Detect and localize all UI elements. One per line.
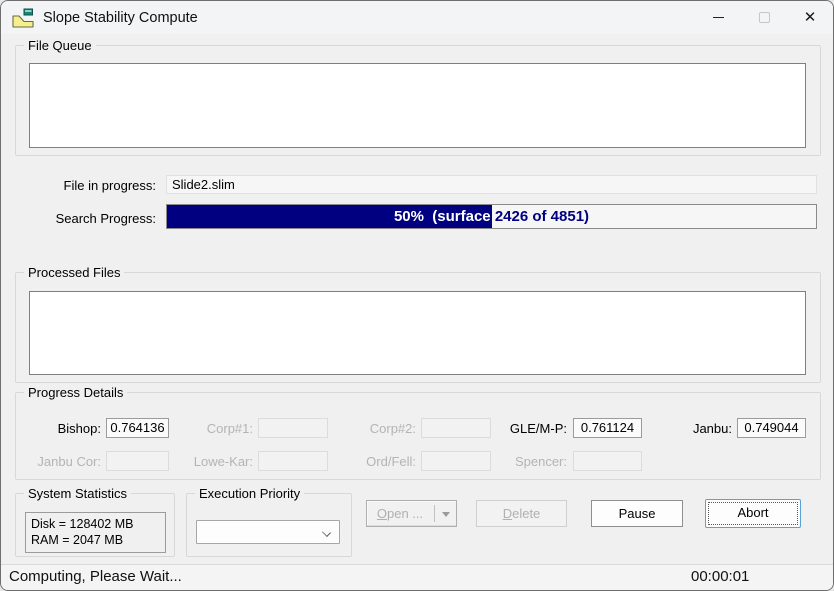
open-dropdown-button (435, 501, 456, 526)
gle-mp-value: 0.761124 (573, 418, 642, 438)
window-title: Slope Stability Compute (43, 10, 198, 26)
app-window: Slope Stability Compute ✕ File Queue Fil… (0, 0, 834, 591)
gle-mp-label: GLE/M-P: (495, 421, 567, 436)
execution-priority-label: Execution Priority (195, 486, 304, 501)
chevron-down-icon (322, 528, 331, 537)
processed-files-list[interactable] (29, 291, 806, 375)
dropdown-arrow-icon (442, 512, 450, 517)
pause-button[interactable]: Pause (591, 500, 683, 527)
search-progress-bar: 50% (surface 2426 of 4851) 50% (surface … (166, 204, 817, 229)
corp2-label: Corp#2: (344, 421, 416, 436)
bishop-label: Bishop: (29, 421, 101, 436)
open-button-label: Open ... (367, 501, 433, 526)
file-queue-label: File Queue (24, 38, 96, 53)
file-queue-list[interactable] (29, 63, 806, 148)
close-icon: ✕ (804, 10, 817, 25)
status-bar: Computing, Please Wait... 00:00:01 (1, 564, 833, 590)
ram-stat: RAM = 2047 MB (31, 532, 160, 548)
progress-text-overlay: 50% (surface 2426 of 4851) (167, 205, 492, 228)
lowe-kar-value (258, 451, 328, 471)
spencer-label: Spencer: (495, 454, 567, 469)
janbu-value: 0.749044 (737, 418, 806, 438)
processed-files-label: Processed Files (24, 265, 124, 280)
ord-fell-value (421, 451, 491, 471)
file-queue-group: File Queue (15, 45, 821, 156)
system-statistics-label: System Statistics (24, 486, 131, 501)
lowe-kar-label: Lowe-Kar: (181, 454, 253, 469)
spencer-value (573, 451, 642, 471)
maximize-icon (759, 12, 770, 23)
search-progress-fill: 50% (surface 2426 of 4851) (167, 205, 492, 228)
window-controls: ✕ (695, 1, 833, 34)
disk-stat: Disk = 128402 MB (31, 516, 160, 532)
corp2-value (421, 418, 491, 438)
abort-button[interactable]: Abort (705, 499, 801, 528)
status-message: Computing, Please Wait... (9, 568, 182, 585)
search-progress-label: Search Progress: (41, 211, 156, 226)
close-button[interactable]: ✕ (787, 1, 833, 34)
ord-fell-label: Ord/Fell: (344, 454, 416, 469)
processed-files-group: Processed Files (15, 272, 821, 383)
janbu-cor-label: Janbu Cor: (29, 454, 101, 469)
file-in-progress-value: Slide2.slim (166, 175, 817, 194)
janbu-label: Janbu: (660, 421, 732, 436)
bishop-value: 0.764136 (106, 418, 169, 438)
open-button: Open ... (366, 500, 457, 527)
system-statistics-box: Disk = 128402 MB RAM = 2047 MB (25, 512, 166, 553)
delete-button: Delete (476, 500, 567, 527)
corp1-label: Corp#1: (181, 421, 253, 436)
progress-details-label: Progress Details (24, 385, 127, 400)
app-icon (12, 7, 34, 29)
execution-priority-select[interactable] (196, 520, 340, 544)
janbu-cor-value (106, 451, 169, 471)
title-bar: Slope Stability Compute ✕ (1, 1, 833, 34)
file-in-progress-label: File in progress: (41, 178, 156, 193)
elapsed-time: 00:00:01 (691, 568, 749, 585)
maximize-button (741, 1, 787, 34)
minimize-icon (713, 17, 724, 18)
minimize-button[interactable] (695, 1, 741, 34)
corp1-value (258, 418, 328, 438)
